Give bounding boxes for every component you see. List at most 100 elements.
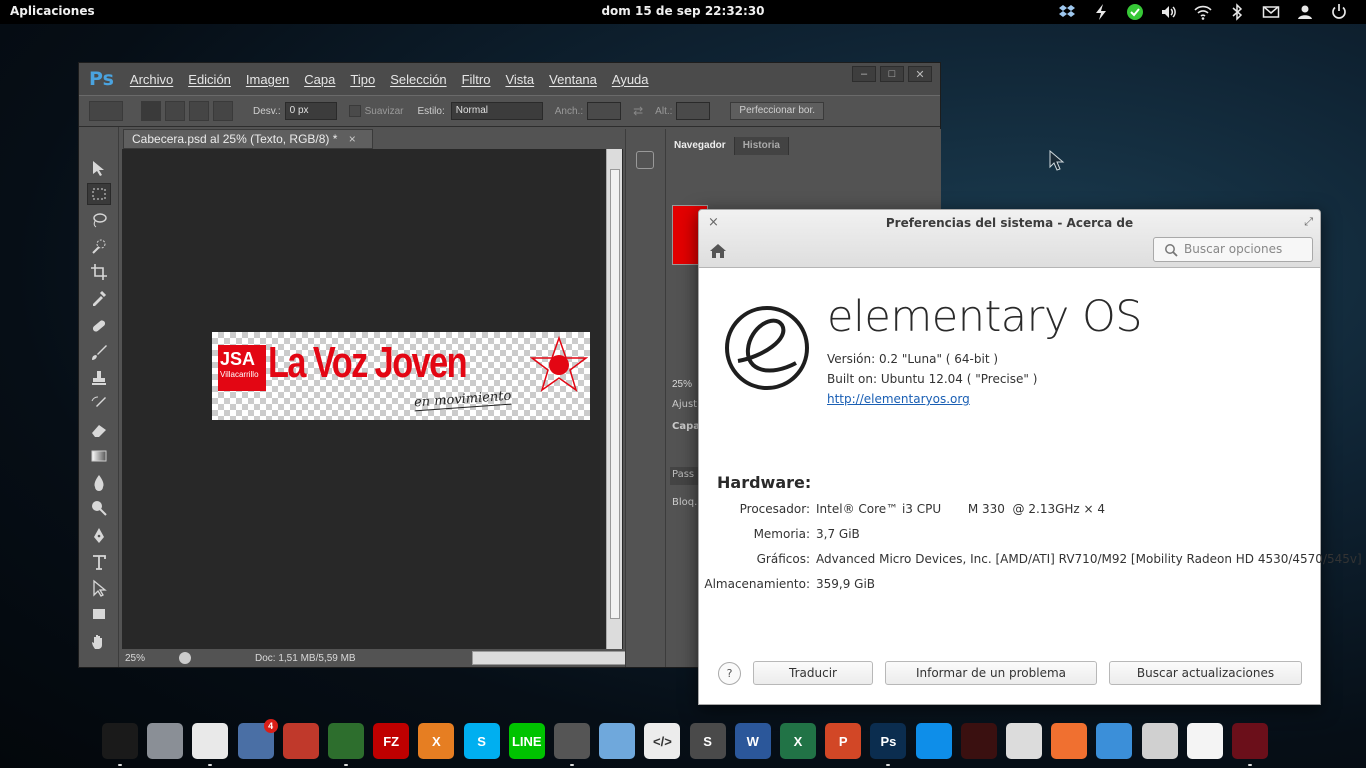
menu-tipo[interactable]: Tipo: [350, 72, 375, 87]
minimize-button[interactable]: –: [852, 66, 876, 82]
type-tool-icon[interactable]: [87, 551, 111, 573]
menu-ayuda[interactable]: Ayuda: [612, 72, 649, 87]
virtualbox-icon[interactable]: [599, 723, 636, 759]
wine-icon[interactable]: [1232, 723, 1268, 759]
style-select[interactable]: Normal: [450, 102, 543, 120]
menu-edicion[interactable]: Edición: [188, 72, 231, 87]
menu-filtro[interactable]: Filtro: [462, 72, 491, 87]
search-input[interactable]: Buscar opciones: [1153, 237, 1313, 262]
wifi-icon[interactable]: [1186, 1, 1220, 23]
website-link[interactable]: http://elementaryos.org: [827, 392, 970, 406]
document-tab-close-icon[interactable]: ×: [349, 132, 356, 146]
shutdown-icon[interactable]: [1322, 1, 1356, 23]
menu-ventana[interactable]: Ventana: [549, 72, 597, 87]
width-input[interactable]: [587, 102, 622, 120]
update-check-icon[interactable]: [1118, 1, 1152, 23]
applications-menu-button[interactable]: Aplicaciones: [10, 4, 95, 18]
zoom-level[interactable]: 25%: [125, 653, 171, 664]
installer-icon[interactable]: [282, 723, 319, 759]
maximize-button[interactable]: □: [880, 66, 904, 82]
antialias-checkbox[interactable]: [348, 105, 361, 117]
mail-icon[interactable]: 4: [237, 719, 278, 759]
volume-icon[interactable]: [1152, 1, 1186, 23]
blur-tool-icon[interactable]: [87, 471, 111, 493]
menu-imagen[interactable]: Imagen: [246, 72, 289, 87]
report-problem-button[interactable]: Informar de un problema: [885, 661, 1097, 685]
menu-capa[interactable]: Capa: [304, 72, 335, 87]
brush-tool-icon[interactable]: [87, 341, 111, 363]
clock[interactable]: dom 15 de sep 22:32:30: [601, 4, 764, 18]
game-icon[interactable]: [960, 723, 997, 759]
sublime-icon[interactable]: S: [689, 723, 726, 759]
lasso-tool-icon[interactable]: [87, 209, 111, 231]
document-tab[interactable]: Cabecera.psd al 25% (Texto, RGB/8) * ×: [123, 129, 373, 149]
pdf-icon[interactable]: [1141, 723, 1178, 759]
line-icon[interactable]: LINE: [508, 723, 545, 759]
vertical-scroll-thumb[interactable]: [610, 169, 620, 619]
check-updates-button[interactable]: Buscar actualizaciones: [1109, 661, 1302, 685]
swap-icon[interactable]: ⇄: [633, 104, 643, 118]
refine-edge-button[interactable]: Perfeccionar bor.: [730, 102, 825, 120]
path-selection-tool-icon[interactable]: [87, 577, 111, 599]
intersect-selection-icon[interactable]: [213, 101, 233, 121]
menu-seleccion[interactable]: Selección: [390, 72, 446, 87]
terminal-icon[interactable]: [102, 723, 138, 759]
sync-icon[interactable]: [1051, 723, 1088, 759]
excel-icon[interactable]: X: [780, 723, 816, 759]
timer-icon[interactable]: [179, 652, 191, 664]
powerpoint-icon[interactable]: P: [825, 723, 862, 759]
chrome-icon[interactable]: [192, 723, 229, 759]
tab-navegador[interactable]: Navegador: [666, 137, 735, 155]
marquee-tool-preset-icon[interactable]: [89, 101, 123, 121]
healing-brush-tool-icon[interactable]: [87, 315, 111, 337]
photoshop-icon[interactable]: Ps: [870, 723, 907, 759]
translate-button[interactable]: Traducir: [753, 661, 873, 685]
menu-archivo[interactable]: Archivo: [130, 72, 173, 87]
text-editor-icon[interactable]: [1186, 723, 1223, 759]
add-selection-icon[interactable]: [165, 101, 185, 121]
home-icon[interactable]: [709, 242, 727, 260]
move-tool-icon[interactable]: [87, 157, 111, 179]
filezilla-icon[interactable]: FZ: [373, 723, 410, 759]
menu-vista[interactable]: Vista: [505, 72, 534, 87]
panel-label-ajustes[interactable]: Ajust: [672, 399, 697, 410]
xchat-icon[interactable]: X: [418, 723, 455, 759]
new-selection-icon[interactable]: [141, 101, 161, 121]
files-icon[interactable]: [147, 723, 184, 759]
pen-tool-icon[interactable]: [87, 525, 111, 547]
eraser-tool-icon[interactable]: [87, 419, 111, 441]
calculator-icon[interactable]: [554, 723, 590, 759]
3d-panel-icon[interactable]: [636, 151, 654, 169]
subtract-selection-icon[interactable]: [189, 101, 209, 121]
bitcoin-icon[interactable]: [328, 723, 364, 759]
navigator-zoom[interactable]: 25%: [672, 379, 692, 390]
vertical-scrollbar[interactable]: [606, 149, 622, 649]
dodge-tool-icon[interactable]: [87, 497, 111, 519]
mail-icon[interactable]: [1254, 1, 1288, 23]
clone-stamp-tool-icon[interactable]: [87, 367, 111, 389]
code-editor-icon[interactable]: </>: [644, 723, 681, 759]
history-brush-tool-icon[interactable]: [87, 393, 111, 415]
help-button[interactable]: ?: [718, 662, 741, 685]
user-icon[interactable]: [1288, 1, 1322, 23]
eyedropper-tool-icon[interactable]: [87, 287, 111, 309]
skype-icon[interactable]: S: [463, 723, 500, 759]
system-monitor-icon[interactable]: [1006, 723, 1042, 759]
document-canvas[interactable]: JSA Villacarrillo La Voz Joven en movimi…: [212, 332, 590, 420]
bluetooth-icon[interactable]: [1220, 1, 1254, 23]
tab-historia[interactable]: Historia: [734, 137, 789, 155]
panel-label-capas[interactable]: Capa: [672, 421, 700, 432]
rectangle-tool-icon[interactable]: [87, 603, 111, 625]
quick-selection-tool-icon[interactable]: [87, 235, 111, 257]
height-input[interactable]: [676, 102, 711, 120]
teamviewer-icon[interactable]: [915, 723, 952, 759]
power-icon[interactable]: [1084, 1, 1118, 23]
feather-input[interactable]: 0 px: [284, 102, 337, 120]
download-icon[interactable]: [1096, 723, 1133, 759]
hand-tool-icon[interactable]: [87, 631, 111, 653]
close-button[interactable]: ✕: [908, 66, 932, 82]
marquee-tool-icon[interactable]: [87, 183, 111, 205]
document-size[interactable]: Doc: 1,51 MB/5,59 MB: [255, 653, 356, 664]
word-icon[interactable]: W: [734, 723, 771, 759]
dropbox-icon[interactable]: [1050, 1, 1084, 23]
